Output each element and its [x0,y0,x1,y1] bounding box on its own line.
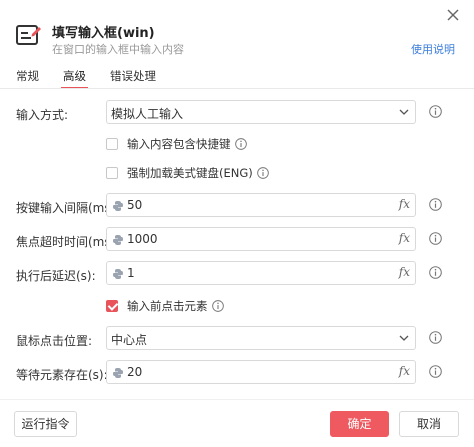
wait-element-label: 等待元素存在(s): [16,368,108,382]
fx-button[interactable]: fx [399,364,410,378]
key-interval-input[interactable]: 50 fx [106,193,416,217]
tab-divider [0,88,474,89]
input-method-value: 模拟人工输入 [111,107,184,121]
click-position-select[interactable]: 中心点 [106,326,416,350]
run-command-button[interactable]: 运行指令 [14,411,77,437]
force-us-keyboard-row[interactable]: 强制加载美式键盘(ENG) [106,165,269,181]
focus-timeout-input[interactable]: 1000 fx [106,227,416,251]
info-icon[interactable] [429,266,442,279]
python-icon [113,368,123,378]
post-delay-label: 执行后延迟(s): [16,269,96,283]
include-shortcut-label: 输入内容包含快捷键 [127,137,231,151]
force-us-keyboard-label: 强制加载美式键盘(ENG) [127,166,253,180]
input-method-select[interactable]: 模拟人工输入 [106,100,416,124]
dialog-subtitle: 在窗口的输入框中输入内容 [52,43,184,56]
python-icon [113,201,123,211]
click-before-input-row[interactable]: 输入前点击元素 [106,298,224,314]
wait-element-input[interactable]: 20 fx [106,360,416,384]
include-shortcut-checkbox[interactable] [106,138,118,150]
click-position-value: 中心点 [111,333,148,347]
info-icon[interactable] [429,331,442,344]
info-icon[interactable] [429,365,442,378]
tab-error-handling[interactable]: 错误处理 [110,68,156,88]
close-icon[interactable] [446,8,460,22]
info-icon[interactable] [234,138,247,150]
fx-button[interactable]: fx [399,231,410,245]
tab-bar: 常规 高级 错误处理 [16,68,180,89]
tab-general[interactable]: 常规 [16,68,39,88]
info-icon[interactable] [211,300,224,312]
info-icon[interactable] [429,232,442,245]
form-edit-icon [16,25,41,45]
chevron-down-icon [399,109,409,115]
chevron-down-icon [399,335,409,341]
click-before-input-checkbox[interactable] [106,300,118,312]
confirm-button[interactable]: 确定 [330,411,389,437]
key-interval-label: 按键输入间隔(ms): [16,201,120,215]
fx-button[interactable]: fx [399,197,410,211]
info-icon[interactable] [429,198,442,211]
wait-element-value: 20 [127,365,143,379]
info-icon[interactable] [256,167,269,179]
info-icon[interactable] [429,105,442,118]
focus-timeout-label: 焦点超时时间(ms): [16,235,120,249]
help-link[interactable]: 使用说明 [411,41,455,57]
focus-timeout-value: 1000 [127,232,158,246]
post-delay-input[interactable]: 1 fx [106,261,416,285]
python-icon [113,235,123,245]
click-before-input-label: 输入前点击元素 [127,299,208,313]
click-position-label: 鼠标点击位置: [16,334,93,348]
include-shortcut-row[interactable]: 输入内容包含快捷键 [106,136,247,152]
dialog-header: 填写输入框(win) 在窗口的输入框中输入内容 使用说明 [0,0,474,62]
fx-button[interactable]: fx [399,265,410,279]
tab-advanced[interactable]: 高级 [61,68,88,89]
key-interval-value: 50 [127,198,143,212]
force-us-keyboard-checkbox[interactable] [106,167,118,179]
footer-divider [0,399,474,400]
input-method-label: 输入方式: [16,108,69,122]
post-delay-value: 1 [127,266,135,280]
python-icon [113,269,123,279]
cancel-button[interactable]: 取消 [399,411,459,437]
dialog-title: 填写输入框(win) [52,26,155,41]
